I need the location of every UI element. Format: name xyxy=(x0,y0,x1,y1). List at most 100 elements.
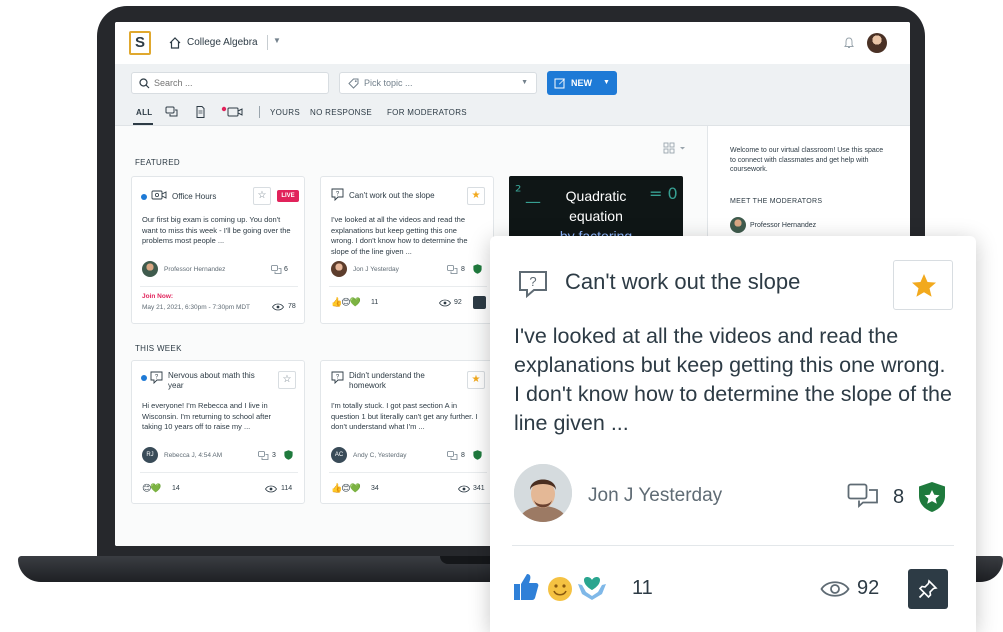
reaction-count: 34 xyxy=(371,485,379,492)
event-date: May 21, 2021, 6:30pm - 7:30pm MDT xyxy=(142,304,251,311)
comment-count: 3 xyxy=(272,452,276,459)
discussion-icon[interactable] xyxy=(165,106,179,118)
reaction-count: 11 xyxy=(632,577,653,599)
moderator-shield-icon xyxy=(473,450,482,460)
post-excerpt: Hi everyone! I'm Rebecca and I live in W… xyxy=(142,401,271,431)
chevron-down-icon: ▼ xyxy=(603,79,610,86)
search-input[interactable] xyxy=(154,76,324,90)
post-author[interactable]: Jon J Yesterday xyxy=(588,485,722,507)
bell-icon[interactable] xyxy=(843,36,855,50)
new-button-label: NEW xyxy=(571,78,592,88)
comment-icon[interactable] xyxy=(847,483,879,511)
course-caret-icon[interactable]: ▼ xyxy=(273,36,281,45)
moderator-shield-icon xyxy=(919,482,945,512)
tag-icon xyxy=(348,78,359,89)
post-author: Andy C, Yesterday xyxy=(353,452,407,459)
tab-no-response[interactable]: NO RESPONSE xyxy=(310,108,372,117)
post-author: Professor Hernandez xyxy=(164,266,226,273)
join-now-label[interactable]: Join Now: xyxy=(142,293,173,300)
chevron-down-icon: ▼ xyxy=(521,79,528,86)
grid-view-icon[interactable] xyxy=(663,142,689,154)
topic-select[interactable]: Pick topic ... ▼ xyxy=(339,72,537,94)
reactions-icon[interactable] xyxy=(512,572,622,604)
post-author: Jon J Yesterday xyxy=(353,266,399,273)
post-title: Can't work out the slope xyxy=(349,191,435,200)
card-divider xyxy=(140,472,298,473)
active-tab-indicator xyxy=(133,123,153,125)
post-excerpt: I've looked at all the videos and read t… xyxy=(331,215,468,256)
eye-icon xyxy=(272,303,284,311)
welcome-text: Welcome to our virtual classroom! Use th… xyxy=(730,147,884,173)
course-divider xyxy=(267,35,268,50)
pin-button[interactable] xyxy=(908,569,948,609)
featured-section-label: FEATURED xyxy=(135,158,180,167)
unread-dot xyxy=(141,194,147,200)
comment-icon xyxy=(447,451,458,460)
comment-icon xyxy=(271,265,282,274)
post-title: Office Hours xyxy=(172,192,217,201)
reactions-icon[interactable]: 👍😊💚 xyxy=(331,483,361,494)
live-event-icon[interactable] xyxy=(221,106,243,118)
post-excerpt: I've looked at all the videos and read t… xyxy=(514,324,952,435)
post-card-slope[interactable]: ? Can't work out the slope ★ I've looked… xyxy=(320,176,494,324)
eye-icon xyxy=(458,485,470,493)
post-title: Didn't understand the homework xyxy=(349,371,425,390)
comment-count: 8 xyxy=(893,486,905,508)
author-avatar xyxy=(142,261,158,277)
eye-icon xyxy=(265,485,277,493)
view-count: 92 xyxy=(857,577,880,599)
post-card-office-hours[interactable]: Office Hours ☆ LIVE Our first big exam i… xyxy=(131,176,305,324)
video-title-line: equation xyxy=(569,208,623,224)
view-count: 92 xyxy=(454,299,462,306)
moderator-shield-icon xyxy=(284,450,293,460)
document-icon[interactable] xyxy=(193,106,207,118)
author-photo xyxy=(514,464,572,522)
tab-for-moderators[interactable]: FOR MODERATORS xyxy=(387,108,467,117)
eye-icon xyxy=(439,299,451,307)
zoomed-post-card[interactable]: ? Can't work out the slope I've looked a… xyxy=(490,236,976,632)
favorite-button[interactable] xyxy=(893,260,953,310)
live-badge: LIVE xyxy=(277,190,299,202)
moderator-avatar[interactable] xyxy=(730,217,746,233)
user-avatar[interactable] xyxy=(867,33,887,53)
app-logo[interactable]: S xyxy=(129,31,151,55)
comment-count: 6 xyxy=(284,266,288,273)
post-author: Rebecca J, 4:54 AM xyxy=(164,452,223,459)
moderators-heading: MEET THE MODERATORS xyxy=(730,198,823,205)
view-count: 341 xyxy=(473,485,485,492)
home-icon[interactable] xyxy=(168,36,182,50)
question-icon: ? xyxy=(150,371,163,384)
star-icon[interactable]: ★ xyxy=(467,187,485,205)
tab-yours[interactable]: YOURS xyxy=(270,108,300,117)
video-title-line: Quadratic xyxy=(565,188,627,204)
author-avatar[interactable] xyxy=(514,464,572,522)
star-icon[interactable]: ★ xyxy=(467,371,485,389)
post-card-nervous[interactable]: ? Nervous about math this year ☆ Hi ever… xyxy=(131,360,305,504)
star-icon[interactable]: ☆ xyxy=(253,187,271,205)
author-avatar: RJ xyxy=(142,447,158,463)
post-title: Can't work out the slope xyxy=(565,269,801,294)
card-divider xyxy=(140,286,298,287)
card-divider xyxy=(329,472,487,473)
star-icon[interactable]: ☆ xyxy=(278,371,296,389)
pin-icon[interactable] xyxy=(473,296,486,309)
reactions-icon[interactable]: 😊💚 xyxy=(142,483,162,494)
live-event-icon xyxy=(151,190,167,200)
new-post-button[interactable]: NEW ▼ xyxy=(547,71,617,95)
course-title[interactable]: College Algebra xyxy=(187,37,258,48)
unread-dot xyxy=(141,375,147,381)
filter-tabs: ALL YOURS NO RESPONSE FOR MODERATORS xyxy=(115,104,910,126)
reactions-icon[interactable]: 👍😊💚 xyxy=(331,297,361,308)
this-week-section-label: THIS WEEK xyxy=(135,344,182,353)
post-excerpt: I'm totally stuck. I got past section A … xyxy=(331,401,478,431)
tab-all[interactable]: ALL xyxy=(136,108,152,117)
reaction-count: 14 xyxy=(172,485,180,492)
view-count: 114 xyxy=(281,485,293,492)
moderator-shield-icon xyxy=(473,264,482,274)
star-icon xyxy=(912,274,936,297)
search-box[interactable] xyxy=(131,72,329,94)
post-card-homework[interactable]: ? Didn't understand the homework ★ I'm t… xyxy=(320,360,494,504)
moderator-name[interactable]: Professor Hernandez xyxy=(750,222,816,229)
author-avatar xyxy=(331,261,347,277)
author-avatar: AC xyxy=(331,447,347,463)
